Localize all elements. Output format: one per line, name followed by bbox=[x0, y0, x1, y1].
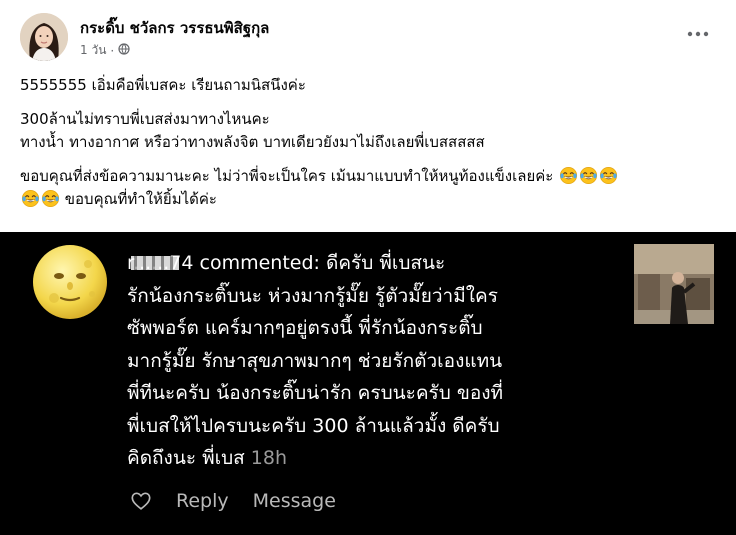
author-name[interactable]: กระดิ๊บ ชวัลกร วรรธนพิสิฐกุล bbox=[80, 16, 269, 40]
post-timestamp[interactable]: 1 วัน bbox=[80, 41, 106, 60]
comment-line: รักน้องกระติ๊บนะ ห่วงมากรู้มั๊ย รู้ตัวมั… bbox=[127, 284, 498, 307]
facebook-post: กระดิ๊บ ชวัลกร วรรธนพิสิฐกุล 1 วัน · 555… bbox=[0, 0, 736, 232]
public-globe-icon[interactable] bbox=[118, 43, 130, 58]
comment-line: คิดถึงนะ พี่เบส bbox=[127, 447, 245, 469]
post-paragraph: 5555555 เอิ่มคือพี่เบสคะ เรียนถามนิสนึงค… bbox=[20, 74, 720, 97]
comment-verb: commented: bbox=[199, 252, 320, 274]
comment-timestamp: 18h bbox=[250, 447, 288, 469]
post-text: 5555555 เอิ่มคือพี่เบสคะ เรียนถามนิสนึงค… bbox=[20, 74, 720, 222]
comment-text: r......74 commented: ดีครับ พี่เบสนะ รัก… bbox=[127, 247, 627, 475]
comment-line: ดีครับ พี่เบสนะ bbox=[326, 252, 446, 274]
post-thumbnail[interactable] bbox=[634, 244, 714, 324]
comment-line: มากรู้มั๊ย รักษาสุขภาพมากๆ ช่วยรักตัวเอง… bbox=[127, 349, 503, 372]
post-meta: 1 วัน · bbox=[80, 41, 130, 60]
reply-button[interactable]: Reply bbox=[176, 490, 229, 512]
post-line: ทางน้ำ ทางอากาศ หรือว่าทางพลังจิต บาทเดี… bbox=[20, 133, 485, 151]
tears-of-joy-emoji-icon bbox=[599, 166, 618, 185]
comment-line: ซัพพอร์ต แคร์มากๆอยู่ตรงนี้ พี่รักน้องกร… bbox=[127, 317, 483, 339]
heart-outline-icon[interactable] bbox=[130, 490, 152, 512]
post-line: 5555555 เอิ่มคือพี่เบสคะ เรียนถามนิสนึงค… bbox=[20, 76, 306, 94]
full-moon-face-icon bbox=[30, 242, 110, 322]
comment-screenshot: r......74 commented: ดีครับ พี่เบสนะ รัก… bbox=[0, 232, 736, 535]
tears-of-joy-emoji-icon bbox=[559, 166, 578, 185]
comment-actions: Reply Message bbox=[130, 490, 336, 512]
author-avatar[interactable] bbox=[20, 13, 68, 61]
post-paragraph: 300ล้านไม่ทราบพี่เบสส่งมาทางไหนคะ ทางน้ำ… bbox=[20, 108, 720, 154]
comment-line: พี่เบสให้ไปครบนะครับ 300 ล้านแล้วมั้ง ดี… bbox=[127, 414, 500, 437]
tears-of-joy-emoji-icon bbox=[21, 189, 40, 208]
post-paragraph: ขอบคุณที่ส่งข้อความมานะคะ ไม่ว่าพี่จะเป็… bbox=[20, 165, 720, 211]
post-line: ขอบคุณที่ส่งข้อความมานะคะ ไม่ว่าพี่จะเป็… bbox=[20, 167, 554, 185]
comment-line: พี่ทีนะครับ น้องกระติ๊บน่ารัก ครบนะครับ … bbox=[127, 382, 504, 404]
post-line: 300ล้านไม่ทราบพี่เบสส่งมาทางไหนคะ bbox=[20, 110, 270, 128]
more-horizontal-icon bbox=[687, 31, 709, 37]
post-line: ขอบคุณที่ทำให้ยิ้มได้ค่ะ bbox=[64, 190, 217, 208]
more-options-button[interactable] bbox=[684, 24, 712, 44]
tears-of-joy-emoji-icon bbox=[41, 189, 60, 208]
tears-of-joy-emoji-icon bbox=[579, 166, 598, 185]
dot-separator: · bbox=[110, 43, 115, 58]
message-button[interactable]: Message bbox=[253, 490, 336, 512]
comment-username[interactable]: r......74 bbox=[127, 252, 193, 274]
